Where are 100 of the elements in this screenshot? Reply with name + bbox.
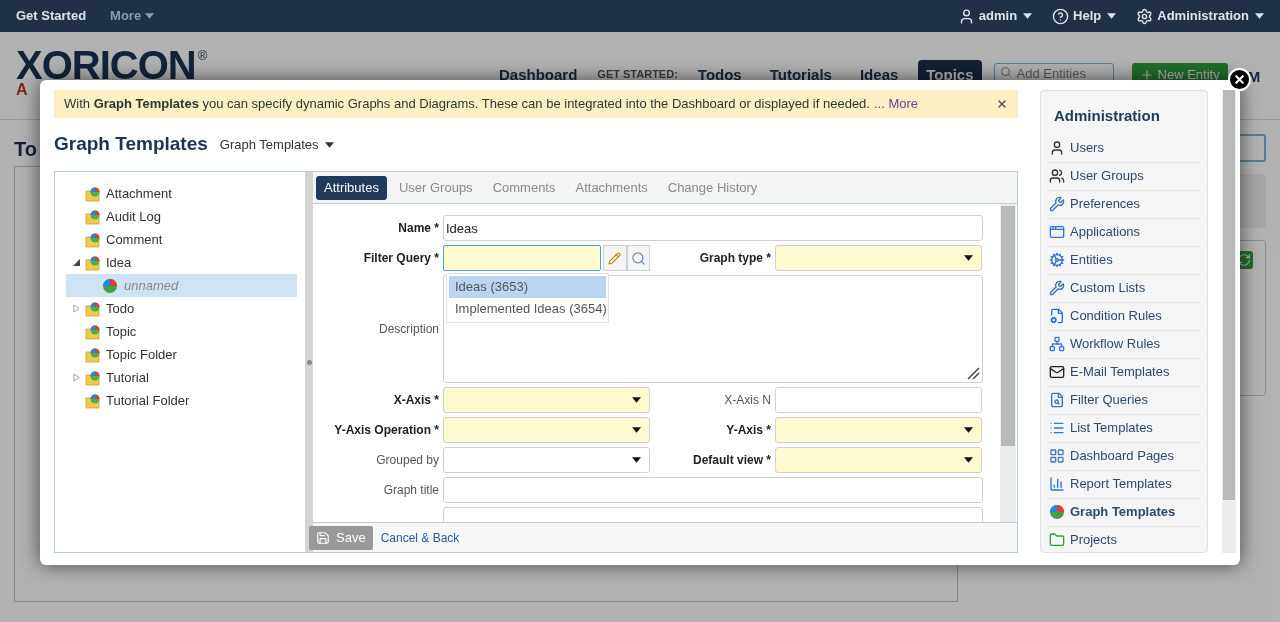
tree-item[interactable]: Tutorial bbox=[59, 366, 297, 389]
sidebar-item[interactable]: Preferences bbox=[1047, 190, 1201, 219]
caret-icon bbox=[964, 457, 973, 463]
nav-heading: GET STARTED: bbox=[597, 68, 678, 80]
chart-folder-icon bbox=[85, 208, 101, 225]
tree-item[interactable]: Idea bbox=[59, 251, 297, 274]
sidebar-item[interactable]: Condition Rules bbox=[1047, 302, 1201, 331]
tree-item[interactable]: Audit Log bbox=[59, 205, 297, 228]
scrollbar-thumb[interactable] bbox=[1223, 90, 1235, 500]
chart-folder-icon bbox=[85, 346, 101, 363]
top-menu-link[interactable]: Administration bbox=[1136, 6, 1264, 26]
expand-arrow-icon[interactable] bbox=[73, 304, 80, 313]
chart-folder-icon bbox=[85, 369, 101, 386]
tree-item[interactable]: Topic bbox=[59, 320, 297, 343]
top-menu-link[interactable]: Get Started bbox=[16, 6, 87, 26]
wrench-icon bbox=[1049, 196, 1065, 212]
grid-icon bbox=[1049, 448, 1065, 464]
envelope-icon bbox=[1049, 364, 1065, 380]
sidebar-item[interactable]: Filter Queries bbox=[1047, 386, 1201, 415]
select-field[interactable] bbox=[443, 447, 650, 473]
gear-icon bbox=[1049, 252, 1065, 268]
sidebar-item[interactable]: Report Templates bbox=[1047, 470, 1201, 499]
pie-chart-icon bbox=[1049, 504, 1065, 520]
top-menu-link[interactable]: admin bbox=[957, 6, 1033, 26]
more-link[interactable]: ... More bbox=[873, 94, 919, 114]
field-label: Graph type * bbox=[698, 250, 772, 267]
close-icon bbox=[1233, 73, 1246, 86]
caret-icon bbox=[1255, 13, 1264, 19]
view-switch[interactable]: Graph Templates bbox=[219, 134, 334, 155]
tree-item[interactable]: Comment bbox=[59, 228, 297, 251]
field-label: Default view * bbox=[691, 452, 772, 469]
sidebar-title: Administration bbox=[1053, 106, 1161, 126]
document-gear-icon bbox=[1049, 308, 1065, 324]
select-field[interactable] bbox=[775, 447, 982, 473]
resize-handle-icon[interactable] bbox=[966, 366, 980, 380]
field-label: Description bbox=[377, 321, 440, 338]
search-icon bbox=[631, 250, 646, 266]
chart-folder-icon bbox=[85, 185, 101, 202]
top-menu-link[interactable]: Help bbox=[1052, 6, 1117, 26]
caret-icon bbox=[324, 141, 334, 148]
tree-item[interactable]: Todo bbox=[59, 297, 297, 320]
document-search-icon bbox=[1049, 392, 1065, 408]
close-button[interactable] bbox=[996, 98, 1008, 110]
registered-mark: ® bbox=[197, 49, 208, 62]
select-field[interactable] bbox=[443, 417, 650, 443]
sidebar-item[interactable]: Dashboard Pages bbox=[1047, 442, 1201, 471]
filter-query-field[interactable] bbox=[443, 245, 601, 271]
search-button[interactable] bbox=[627, 245, 650, 271]
scrollbar-thumb[interactable] bbox=[1001, 206, 1015, 446]
chart-folder-icon bbox=[85, 231, 101, 248]
caret-icon bbox=[632, 457, 641, 463]
caret-icon bbox=[632, 427, 641, 433]
banner-text: With Graph Templates you can specify dynamic Graphs and Diagrams. These can be integrated into the Dashboard or displayed if needed. bbox=[64, 95, 870, 114]
hierarchy-icon bbox=[1049, 336, 1065, 352]
field-label: X-Axis * bbox=[392, 392, 440, 409]
select-field[interactable] bbox=[775, 245, 982, 271]
expand-arrow-icon[interactable] bbox=[73, 373, 80, 382]
settings-icon bbox=[1136, 7, 1154, 25]
cancel-link[interactable]: Cancel & Back bbox=[380, 528, 460, 547]
scrollbar[interactable] bbox=[1222, 90, 1236, 553]
sidebar-item[interactable]: Graph Templates bbox=[1047, 498, 1201, 527]
chart-folder-icon bbox=[85, 300, 101, 317]
field-label: Name * bbox=[397, 220, 440, 237]
text-field[interactable] bbox=[443, 477, 983, 503]
caret-icon bbox=[964, 427, 973, 433]
text-field[interactable]: Ideas bbox=[443, 215, 983, 241]
suggestion-item[interactable]: Ideas (3653) bbox=[449, 276, 606, 298]
sidebar-item[interactable]: Projects bbox=[1047, 526, 1201, 552]
users-icon bbox=[1049, 168, 1065, 184]
scrollbar[interactable] bbox=[1000, 204, 1016, 522]
sidebar-item[interactable]: Entities bbox=[1047, 246, 1201, 275]
select-field[interactable] bbox=[443, 387, 650, 413]
chart-folder-icon bbox=[85, 323, 101, 340]
sidebar-item[interactable]: E-Mail Templates bbox=[1047, 358, 1201, 387]
field-label: X-Axis N bbox=[723, 392, 772, 409]
caret-icon bbox=[632, 397, 641, 403]
tree-item[interactable]: Tutorial Folder bbox=[59, 389, 297, 412]
sidebar-item[interactable]: User Groups bbox=[1047, 162, 1201, 191]
select-field[interactable] bbox=[775, 417, 982, 443]
pie-chart-icon bbox=[102, 277, 118, 294]
sidebar-item[interactable]: Custom Lists bbox=[1047, 274, 1201, 303]
tree-item[interactable]: Attachment bbox=[59, 182, 297, 205]
sidebar-item[interactable]: Applications bbox=[1047, 218, 1201, 247]
logo-subline: A bbox=[16, 82, 28, 98]
collapse-arrow-icon[interactable] bbox=[73, 259, 80, 266]
tree-item[interactable]: Topic Folder bbox=[59, 343, 297, 366]
sidebar-item[interactable]: Users bbox=[1047, 134, 1201, 163]
text-field[interactable] bbox=[775, 387, 982, 413]
splitter[interactable] bbox=[305, 172, 313, 552]
top-menu-link[interactable]: More bbox=[110, 6, 155, 26]
tab[interactable]: Attributes bbox=[316, 175, 387, 200]
sidebar-item[interactable]: Workflow Rules bbox=[1047, 330, 1201, 359]
sidebar-item[interactable]: List Templates bbox=[1047, 414, 1201, 443]
folder-icon bbox=[1049, 532, 1065, 548]
bar-chart-icon bbox=[1049, 476, 1065, 492]
suggestion-item[interactable]: Implemented Ideas (3654) bbox=[449, 298, 606, 320]
edit-button[interactable] bbox=[603, 245, 627, 271]
field-label: Graph title bbox=[382, 482, 440, 499]
chart-folder-icon bbox=[85, 254, 101, 271]
caret-icon bbox=[145, 13, 155, 19]
